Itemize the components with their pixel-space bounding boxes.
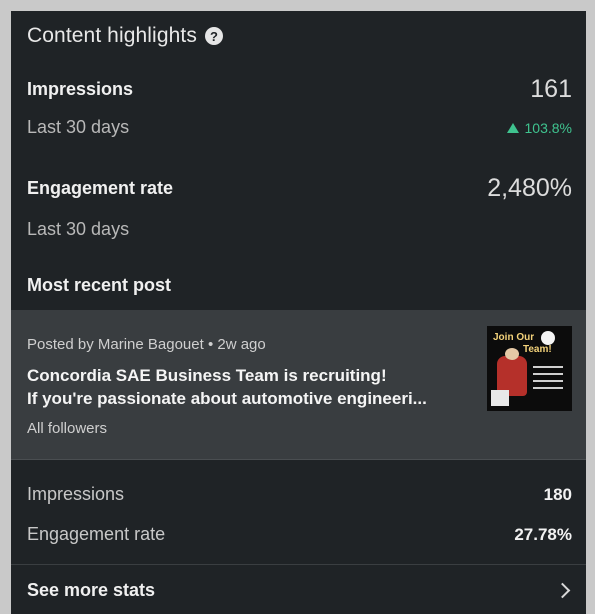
- engagement-value: 2,480%: [487, 174, 572, 202]
- impressions-value: 161: [530, 75, 572, 103]
- post-engagement-row: Engagement rate 27.78%: [27, 524, 572, 545]
- trend-up-icon: [506, 122, 519, 133]
- post-meta: Posted by Marine Bagouet • 2w ago: [27, 336, 266, 353]
- footer-divider: [11, 564, 586, 565]
- post-engagement-label: Engagement rate: [27, 524, 166, 544]
- post-title-line-1[interactable]: Concordia SAE Business Team is recruitin…: [27, 365, 472, 387]
- post-thumbnail[interactable]: Join Our Team!: [487, 326, 572, 411]
- impressions-trend-value: 103.8%: [524, 119, 572, 136]
- content-highlights-panel: Content highlights ? Impressions 161 Las…: [11, 11, 586, 614]
- thumbnail-text-line-1: Join Our: [493, 332, 535, 343]
- post-impressions-label: Impressions: [27, 484, 125, 504]
- most-recent-post-title: Most recent post: [27, 275, 172, 295]
- post-impressions-row: Impressions 180: [27, 484, 572, 505]
- see-more-stats-label: See more stats: [27, 579, 156, 600]
- engagement-label: Engagement rate: [27, 178, 174, 198]
- post-impressions-value: 180: [543, 484, 572, 504]
- impressions-label: Impressions: [27, 79, 134, 99]
- thumbnail-text-lines: [533, 366, 563, 394]
- chevron-right-icon: [554, 582, 571, 598]
- post-title-line-2[interactable]: If you're passionate about automotive en…: [27, 388, 472, 410]
- question-circle-icon[interactable]: ?: [204, 27, 223, 45]
- panel-header: Content highlights ?: [27, 21, 223, 51]
- impressions-period-row: Last 30 days 103.8%: [27, 117, 572, 138]
- thumbnail-text: Join Our Team!: [493, 332, 552, 356]
- thumbnail-text-line-2: Team!: [523, 344, 552, 355]
- impressions-trend: 103.8%: [506, 119, 572, 136]
- thumbnail-qr-code: [491, 390, 509, 406]
- impressions-row: Impressions 161: [27, 75, 572, 104]
- engagement-row: Engagement rate 2,480%: [27, 174, 572, 203]
- impressions-period: Last 30 days: [27, 117, 130, 137]
- engagement-period: Last 30 days: [27, 219, 130, 239]
- see-more-stats-button[interactable]: See more stats: [11, 566, 586, 614]
- panel-title: Content highlights: [27, 24, 197, 47]
- engagement-period-row: Last 30 days: [27, 219, 572, 240]
- post-audience: All followers: [27, 420, 108, 437]
- post-engagement-value: 27.78%: [514, 524, 572, 544]
- recent-post-card[interactable]: Posted by Marine Bagouet • 2w ago Concor…: [11, 310, 586, 460]
